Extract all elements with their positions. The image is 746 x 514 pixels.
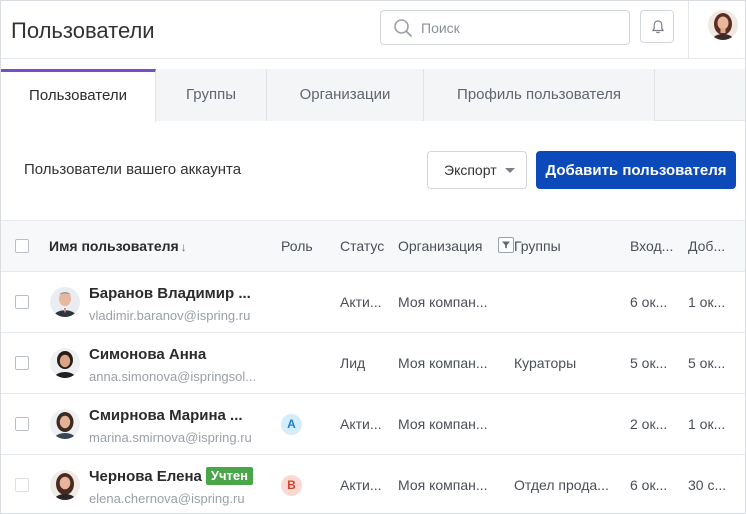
avatar [50, 409, 80, 439]
select-all-checkbox[interactable] [15, 239, 29, 253]
user-last-login: 5 ок... [630, 355, 668, 371]
user-last-login: 6 ок... [630, 477, 668, 493]
user-organization: Моя компан... [398, 355, 488, 371]
add-user-button[interactable]: Добавить пользователя [536, 151, 736, 189]
search-icon [394, 19, 412, 37]
chevron-down-icon [505, 168, 515, 173]
section-subtitle: Пользователи вашего аккаунта [24, 161, 242, 178]
tab-user-profile[interactable]: Профиль пользователя [424, 69, 655, 121]
user-organization: Моя компан... [398, 294, 488, 310]
user-last-login: 2 ок... [630, 416, 668, 432]
role-badge: A [281, 414, 302, 435]
table-row[interactable]: Симонова Анна anna.simonova@ispringsol..… [1, 333, 745, 394]
app-window: Пользователи Поль [0, 0, 746, 514]
avatar [50, 470, 80, 500]
user-added-date: 5 ок... [688, 355, 726, 371]
header-divider [688, 1, 689, 59]
export-button-label: Экспорт [444, 162, 497, 178]
column-header-status[interactable]: Статус [340, 221, 384, 271]
row-checkbox[interactable] [15, 417, 29, 431]
sort-down-icon: ↓ [180, 240, 187, 254]
row-checkbox[interactable] [15, 295, 29, 309]
tab-groups[interactable]: Группы [156, 69, 267, 121]
user-name[interactable]: Смирнова Марина ... [89, 407, 243, 424]
user-email: elena.chernova@ispring.ru [89, 491, 245, 506]
column-header-login[interactable]: Вход... [630, 221, 673, 271]
filter-icon[interactable] [498, 237, 514, 253]
user-last-login: 6 ок... [630, 294, 668, 310]
column-header-added[interactable]: Доб... [688, 221, 725, 271]
notifications-button[interactable] [640, 10, 674, 43]
page-title: Пользователи [11, 18, 155, 43]
user-name-text: Чернова Елена [89, 468, 202, 485]
table-header: Имя пользователя ↓ Роль Статус Организаци… [1, 220, 745, 272]
user-name[interactable]: Симонова Анна [89, 346, 206, 363]
column-header-groups[interactable]: Группы [514, 221, 561, 271]
user-email: anna.simonova@ispringsol... [89, 369, 257, 384]
table-row[interactable]: Смирнова Марина ... marina.smirnova@ispr… [1, 394, 745, 455]
table-row[interactable]: Баранов Владимир ... vladimir.baranov@is… [1, 272, 745, 333]
status-badge: Учтен [205, 467, 253, 485]
user-avatar[interactable] [708, 10, 738, 40]
user-avatar-icon [708, 10, 738, 40]
bell-icon [652, 20, 664, 34]
user-status: Лид [340, 355, 366, 371]
user-organization: Моя компан... [398, 416, 488, 432]
search-input[interactable] [421, 11, 621, 44]
user-status: Акти... [340, 416, 382, 432]
tab-organizations[interactable]: Организации [267, 69, 424, 121]
user-groups: Кураторы [514, 355, 577, 371]
user-status: Акти... [340, 477, 382, 493]
column-header-organization[interactable]: Организация [398, 221, 482, 271]
avatar [50, 287, 80, 317]
column-name-label: Имя пользователя [49, 238, 179, 254]
row-checkbox[interactable] [15, 356, 29, 370]
tab-bar: Пользователи Группы Организации Профиль … [1, 69, 745, 122]
user-email: vladimir.baranov@ispring.ru [89, 308, 251, 323]
user-added-date: 30 с... [688, 477, 727, 493]
column-header-name[interactable]: Имя пользователя ↓ [49, 221, 187, 271]
search-box[interactable] [380, 10, 630, 45]
role-badge: B [281, 475, 302, 496]
user-added-date: 1 ок... [688, 416, 726, 432]
user-organization: Моя компан... [398, 477, 488, 493]
user-status: Акти... [340, 294, 382, 310]
top-header: Пользователи [1, 1, 745, 59]
user-email: marina.smirnova@ispring.ru [89, 430, 252, 445]
table-row[interactable]: Чернова Елена Учтен elena.chernova@isprin… [1, 455, 745, 513]
user-name[interactable]: Чернова Елена Учтен [89, 467, 253, 486]
avatar [50, 348, 80, 378]
user-added-date: 1 ок... [688, 294, 726, 310]
tab-users[interactable]: Пользователи [1, 69, 156, 122]
user-name[interactable]: Баранов Владимир ... [89, 285, 251, 302]
row-checkbox[interactable] [15, 478, 29, 492]
column-header-role[interactable]: Роль [281, 221, 313, 271]
user-groups: Отдел прода... [514, 477, 609, 493]
export-button[interactable]: Экспорт [427, 151, 527, 189]
